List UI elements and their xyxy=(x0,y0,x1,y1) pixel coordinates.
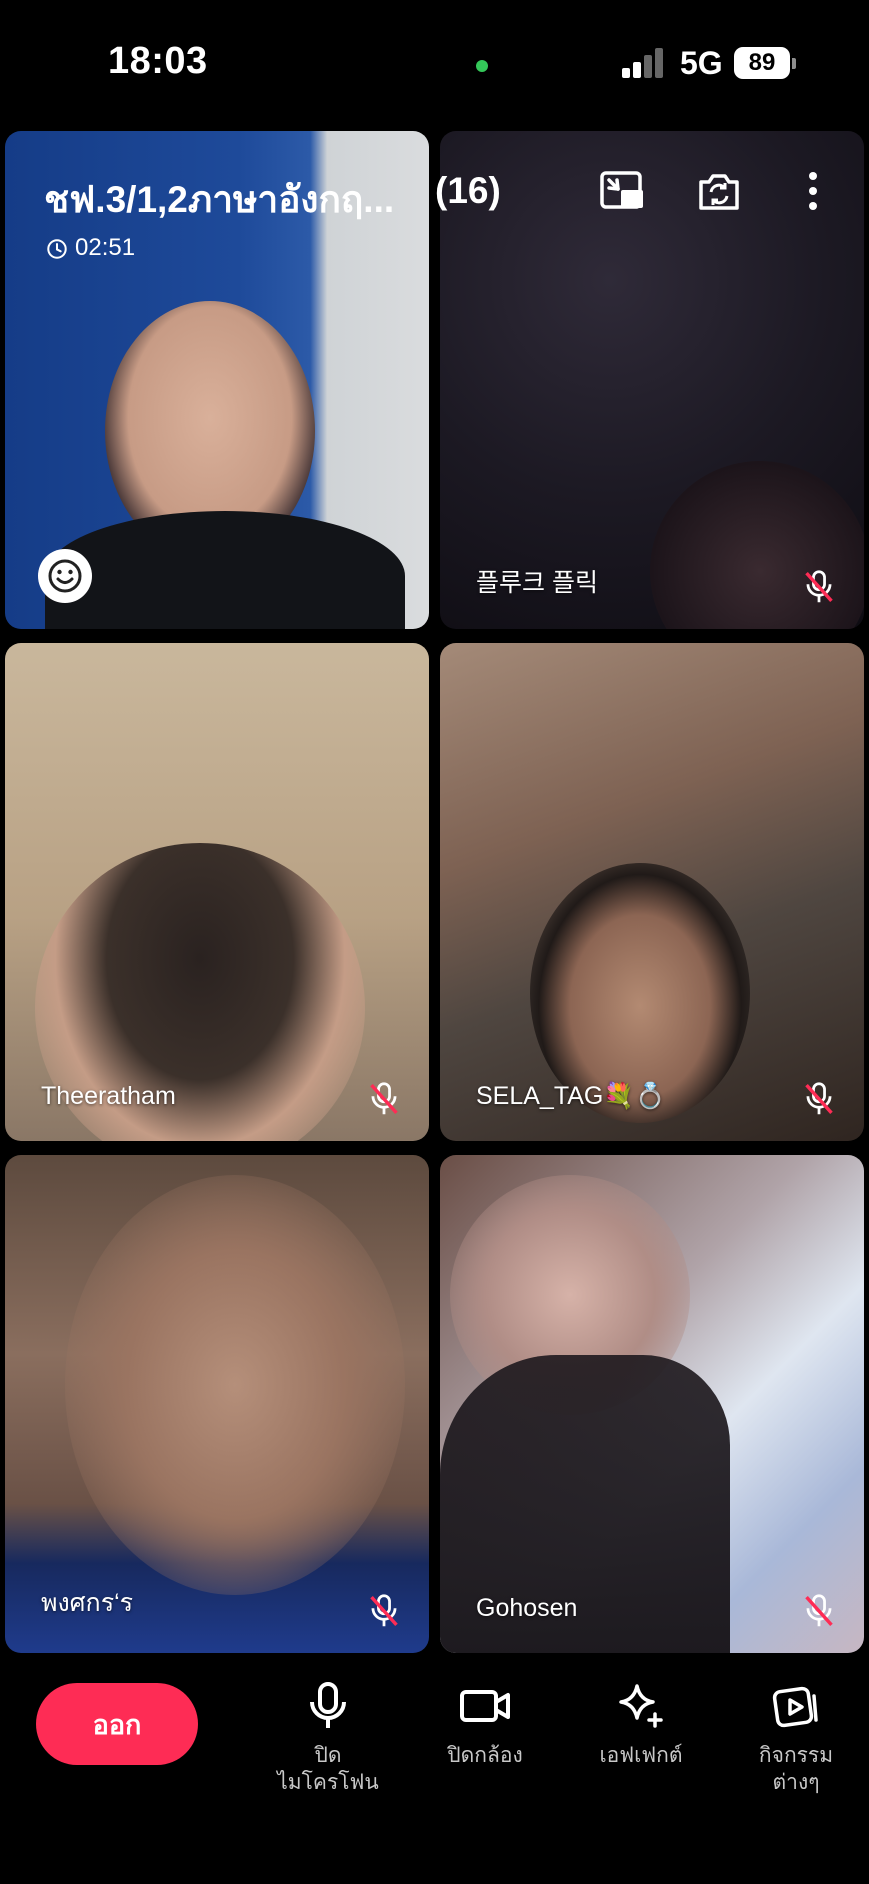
camera-off-label: ปิดกล้อง xyxy=(447,1744,523,1767)
mic-muted-icon xyxy=(805,570,833,603)
participant-name: Gohosen xyxy=(476,1594,578,1622)
flip-camera-icon[interactable] xyxy=(696,168,742,214)
participant-name: Theeratham xyxy=(41,1082,176,1110)
leave-call-button[interactable]: ออก xyxy=(36,1683,198,1765)
microphone-icon xyxy=(310,1682,346,1728)
battery-tip xyxy=(792,58,796,69)
camera-in-use-indicator xyxy=(476,60,488,72)
battery-icon: 89 xyxy=(734,47,790,79)
picture-in-picture-icon[interactable] xyxy=(599,168,645,214)
participant-tile[interactable]: พงศกร‘ร xyxy=(5,1155,429,1653)
signal-strength-icon xyxy=(622,48,666,78)
mic-muted-icon xyxy=(370,1594,398,1627)
status-time: 18:03 xyxy=(108,40,208,82)
participant-name: 플루크 플릭 xyxy=(476,569,598,597)
activities-icon xyxy=(772,1686,818,1728)
mute-mic-button[interactable]: ปิด ไมโครโฟน xyxy=(258,1680,398,1796)
sparkles-icon xyxy=(619,1684,663,1728)
smiley-icon[interactable] xyxy=(38,549,92,603)
participant-tile[interactable]: SELA_TAG💐💍 xyxy=(440,643,864,1141)
camera-off-button[interactable]: ปิดกล้อง xyxy=(415,1680,555,1769)
mic-muted-icon xyxy=(805,1594,833,1627)
effects-label: เอฟเฟกต์ xyxy=(599,1744,683,1767)
mic-muted-icon xyxy=(370,1082,398,1115)
call-title[interactable]: ชฟ.3/1,2ภาษาอังกฤ... xyxy=(44,170,394,229)
effects-button[interactable]: เอฟเฟกต์ xyxy=(571,1680,711,1769)
status-bar: 18:03 5G 89 xyxy=(0,0,869,130)
participant-name: SELA_TAG💐💍 xyxy=(476,1082,666,1110)
activities-button[interactable]: กิจกรรม ต่างๆ xyxy=(726,1680,866,1796)
participant-count[interactable]: (16) xyxy=(435,170,501,212)
mic-muted-icon xyxy=(805,1082,833,1115)
video-camera-icon xyxy=(460,1690,510,1722)
activities-label: กิจกรรม ต่างๆ xyxy=(758,1744,834,1794)
more-vertical-icon[interactable] xyxy=(790,168,836,214)
call-duration: 02:51 xyxy=(75,234,136,261)
participant-tile[interactable]: Theeratham xyxy=(5,643,429,1141)
participant-video xyxy=(65,1175,405,1595)
mute-mic-label: ปิด ไมโครโฟน xyxy=(277,1744,379,1794)
network-type: 5G xyxy=(680,45,723,81)
clock-icon xyxy=(47,239,67,259)
participant-name: พงศกร‘ร xyxy=(41,1589,134,1617)
participant-tile[interactable]: Gohosen xyxy=(440,1155,864,1653)
participant-video-shoulders xyxy=(45,511,405,629)
